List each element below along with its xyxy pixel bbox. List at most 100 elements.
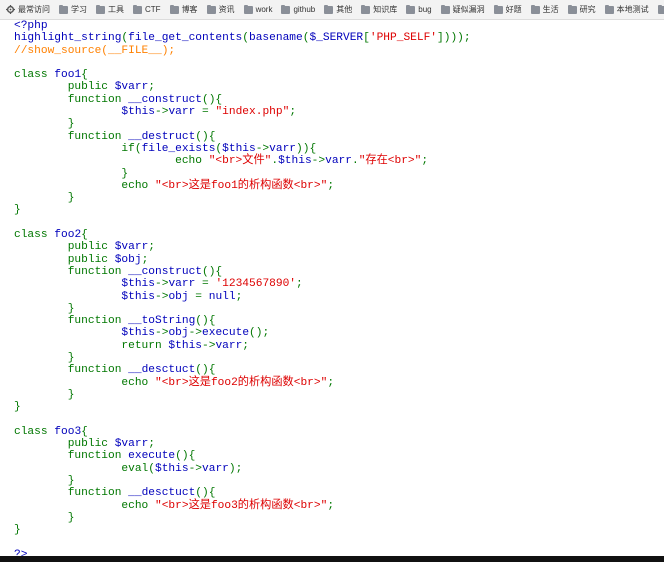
bookmark-item[interactable]: 博客 [169, 4, 198, 15]
code-token: -> [155, 327, 169, 340]
folder-icon [493, 4, 503, 14]
code-line: class foo2{ [14, 229, 88, 241]
code-token: } [14, 401, 21, 414]
folder-icon [169, 4, 179, 14]
code-line: $this->obj = null; [14, 291, 242, 303]
bookmark-item[interactable]: 好题 [493, 4, 522, 15]
code-line: public $obj; [14, 253, 149, 266]
bookmark-item[interactable]: github [281, 4, 316, 14]
code-token: varr [168, 278, 203, 291]
code-token: = [202, 278, 216, 291]
bookmark-label: 工具 [108, 5, 124, 14]
code-line: $this->varr = '1234567890'; [14, 278, 302, 291]
folder-icon [59, 4, 68, 14]
code-token: ; [327, 499, 335, 512]
bookmark-item[interactable]: 其他 [324, 4, 352, 15]
code-token: echo [14, 376, 155, 389]
code-token: $_SERVER [309, 32, 364, 45]
bookmark-item[interactable]: 资讯 [206, 4, 235, 15]
bookmark-item[interactable]: 生活 [530, 4, 559, 15]
code-token: __destruct [128, 130, 196, 143]
bookmark-item[interactable]: 知识库 [361, 4, 397, 15]
folder-icon [530, 4, 540, 14]
code-line: public $varr; [14, 241, 155, 253]
code-token: __desctuct [128, 487, 196, 500]
code-token: basename [249, 32, 303, 45]
code-token: ; [421, 155, 429, 168]
code-token: (){ [202, 265, 223, 278]
code-token: foo3 [54, 425, 82, 438]
folder-icon [243, 4, 253, 14]
bookmark-item[interactable]: work [243, 4, 273, 14]
code-line: function __desctuct(){ [14, 487, 216, 500]
code-line: function __destruct(){ [14, 130, 216, 143]
code-token: $this [14, 290, 155, 303]
code-token: ); [228, 462, 243, 475]
code-line: public $varr; [14, 438, 155, 450]
code-token: -> [155, 278, 169, 291]
code-line: } [14, 118, 75, 130]
bookmark-label: github [293, 5, 316, 14]
bookmark-label: 知识库 [373, 5, 398, 14]
code-token: function [14, 315, 129, 328]
bookmark-item[interactable]: 工具 [96, 4, 124, 15]
code-line: } [14, 512, 75, 524]
code-token: <?php [14, 20, 48, 32]
code-token: -> [311, 155, 326, 168]
code-token: if( [14, 142, 142, 155]
folder-icon [406, 4, 416, 14]
code-token: __construct [128, 93, 202, 106]
bookmark-label: 本地测试 [616, 5, 649, 14]
code-token: $this [14, 327, 155, 340]
code-line: echo "<br>这是foo3的析构函数<br>"; [14, 500, 334, 512]
code-token: echo [14, 155, 209, 168]
bookmark-label: 资讯 [218, 5, 235, 14]
code-line: } [14, 204, 21, 216]
code-line: if(file_exists($this->varr)){ [14, 143, 316, 155]
bookmark-item[interactable]: 疑似漏洞 [440, 4, 485, 15]
code-token: } [14, 352, 75, 365]
code-line: //show_source(__FILE__); [14, 45, 175, 57]
bookmark-label: bug [418, 5, 432, 14]
code-token: $this [14, 106, 155, 119]
code-token: __toString [128, 315, 196, 328]
code-token: eval( [14, 462, 155, 475]
bookmark-item[interactable]: CTF [133, 4, 161, 14]
code-token: foo1 [54, 69, 82, 82]
code-token: = [202, 106, 216, 119]
bookmark-label: 博客 [181, 5, 198, 14]
code-line: } [14, 192, 75, 204]
code-line: highlight_string(file_get_contents(basen… [14, 32, 471, 44]
code-token: function [14, 130, 129, 143]
code-token: ; [327, 179, 335, 192]
code-line: } [14, 524, 21, 536]
bookmark-label: 学习 [71, 5, 87, 14]
code-token: null [208, 290, 236, 303]
code-token: . [351, 155, 359, 168]
code-token: $this [278, 155, 312, 168]
code-token: "存在<br>" [358, 155, 422, 168]
code-line: } [14, 475, 75, 487]
bookmark-label: work [255, 5, 273, 14]
bookmark-item[interactable]: 研究 [567, 4, 596, 15]
bookmark-label: CTF [145, 5, 161, 14]
code-token: ; [235, 290, 243, 303]
code-line: eval($this->varr); [14, 463, 242, 475]
code-token: public [14, 253, 115, 266]
folder-icon [281, 4, 291, 14]
bookmark-item[interactable]: bug [406, 4, 432, 14]
code-token: "<br>文件" [208, 155, 272, 168]
code-token: $this [168, 339, 202, 352]
bookmark-label: 疑似漏洞 [452, 5, 485, 14]
bookmark-item[interactable]: 本地测试 [604, 4, 649, 15]
code-line: return $this->varr; [14, 340, 249, 352]
code-token: -> [188, 327, 203, 340]
bookmark-item[interactable]: 学习 [59, 4, 87, 15]
code-token: highlight_string [14, 32, 122, 45]
code-token: )){ [296, 142, 317, 155]
bookmark-item[interactable]: 最常访问 [6, 4, 50, 15]
code-token: { [81, 425, 88, 438]
bookmark-item[interactable]: cve [657, 4, 664, 14]
code-token: -> [155, 290, 169, 303]
code-line: } [14, 352, 75, 365]
